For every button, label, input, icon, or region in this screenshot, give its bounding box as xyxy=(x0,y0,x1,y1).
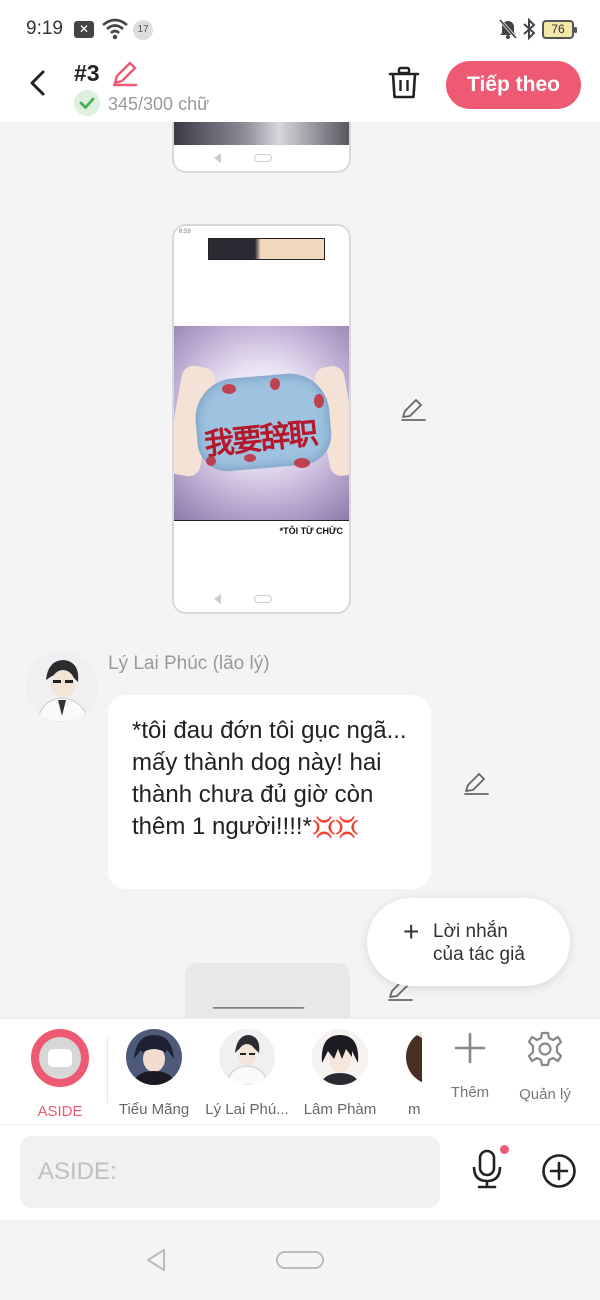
author-note-label: Lời nhắn của tác giả xyxy=(433,920,525,966)
anger-emoji: 💢💢 xyxy=(311,817,360,839)
battery-indicator: 76 xyxy=(542,20,577,39)
character-avatar xyxy=(406,1029,422,1085)
author-note-button[interactable]: + Lời nhắn của tác giả xyxy=(367,898,570,986)
gear-icon xyxy=(527,1031,563,1067)
character-aside[interactable]: ASIDE xyxy=(15,1029,105,1120)
manga-top-panel xyxy=(208,238,325,260)
back-arrow-icon[interactable] xyxy=(24,68,54,98)
character-label: Lâm Phàm xyxy=(303,1101,377,1118)
edit-image-pencil-icon[interactable] xyxy=(400,398,426,427)
bluetooth-icon xyxy=(522,17,536,46)
chapter-title: #3 xyxy=(74,60,100,86)
edit-message-pencil-icon[interactable] xyxy=(463,772,489,801)
check-circle-icon xyxy=(74,90,100,116)
recording-indicator-dot xyxy=(500,1145,509,1154)
message-text: *tôi đau đớn tôi gục ngã... mấy thành do… xyxy=(132,717,407,840)
speaker-name: Lý Lai Phúc (lão lý) xyxy=(108,653,270,674)
plus-icon xyxy=(454,1032,486,1064)
character-label: Lý Lai Phú... xyxy=(205,1101,289,1118)
character-tieu-mang[interactable]: Tiểu Mãng xyxy=(109,1029,199,1118)
author-note-line2: của tác giả xyxy=(433,944,525,965)
plus-icon: + xyxy=(403,916,420,947)
add-character-button[interactable]: Thêm xyxy=(435,1031,505,1101)
character-lam-pham[interactable]: Lâm Phàm xyxy=(295,1029,385,1118)
manga-caption: *TÔI TỪ CHỨC xyxy=(279,526,343,536)
character-ly-lai-phuc[interactable]: Lý Lai Phú... xyxy=(202,1029,292,1118)
image-message-2[interactable]: 8:59 我要辞职 *TÔI TỪ CHỨC xyxy=(172,224,351,614)
add-character-label: Thêm xyxy=(450,1084,490,1101)
trash-icon[interactable] xyxy=(388,66,420,105)
chapter-editor-screen: 9:19 ✕ 17 76 #3 345/300 chữ Tiếp theo 8:… xyxy=(0,0,600,1300)
editor-header: #3 345/300 chữ Tiếp theo xyxy=(0,58,600,122)
notification-count-badge: 17 xyxy=(133,20,153,40)
status-bar: 9:19 ✕ 17 76 xyxy=(0,0,600,58)
muted-bell-icon xyxy=(498,18,518,45)
character-avatar xyxy=(126,1029,182,1085)
manage-characters-label: Quản lý xyxy=(519,1086,571,1103)
wifi-icon xyxy=(102,18,128,45)
divider xyxy=(107,1037,108,1103)
character-label: ASIDE xyxy=(37,1103,83,1120)
edit-title-pencil-icon[interactable] xyxy=(110,58,140,93)
microphone-icon[interactable] xyxy=(470,1149,504,1194)
input-bar xyxy=(0,1124,600,1220)
system-navigation-bar xyxy=(0,1220,600,1300)
nav-back-icon[interactable] xyxy=(145,1248,167,1277)
character-selector-bar: ASIDE Tiểu Mãng Lý Lai Phú... Lâm Phàm m… xyxy=(0,1018,600,1124)
screenshot-nav-bar xyxy=(174,145,349,171)
character-partial[interactable]: m xyxy=(388,1029,422,1118)
message-bubble[interactable]: *tôi đau đớn tôi gục ngã... mấy thành do… xyxy=(108,695,431,889)
aside-message-card[interactable]: __________ xyxy=(185,963,350,1018)
notification-x-icon: ✕ xyxy=(74,21,94,38)
word-count: 345/300 chữ xyxy=(108,94,210,114)
image-message-1[interactable] xyxy=(172,122,351,173)
author-note-line1: Lời nhắn xyxy=(433,921,508,942)
aside-avatar xyxy=(31,1029,89,1087)
next-button[interactable]: Tiếp theo xyxy=(446,61,581,109)
aside-message-text: __________ xyxy=(213,989,304,1009)
manage-characters-button[interactable]: Quản lý xyxy=(510,1031,580,1103)
character-label: m xyxy=(408,1101,421,1118)
status-time: 9:19 xyxy=(26,18,63,39)
character-avatar xyxy=(312,1029,368,1085)
story-content[interactable]: 8:59 我要辞职 *TÔI TỪ CHỨC Lý Lai Phúc (lão … xyxy=(0,122,600,1018)
character-avatar xyxy=(219,1029,275,1085)
screenshot-nav-bar xyxy=(174,586,349,612)
character-label: Tiểu Mãng xyxy=(118,1101,190,1118)
nav-home-button[interactable] xyxy=(276,1251,324,1269)
manga-panel-image: 我要辞职 xyxy=(174,326,349,520)
message-input[interactable] xyxy=(20,1136,440,1208)
screenshot-status-bar: 8:59 xyxy=(174,226,349,238)
add-content-plus-icon[interactable] xyxy=(541,1153,577,1194)
character-avatar[interactable] xyxy=(26,650,98,722)
